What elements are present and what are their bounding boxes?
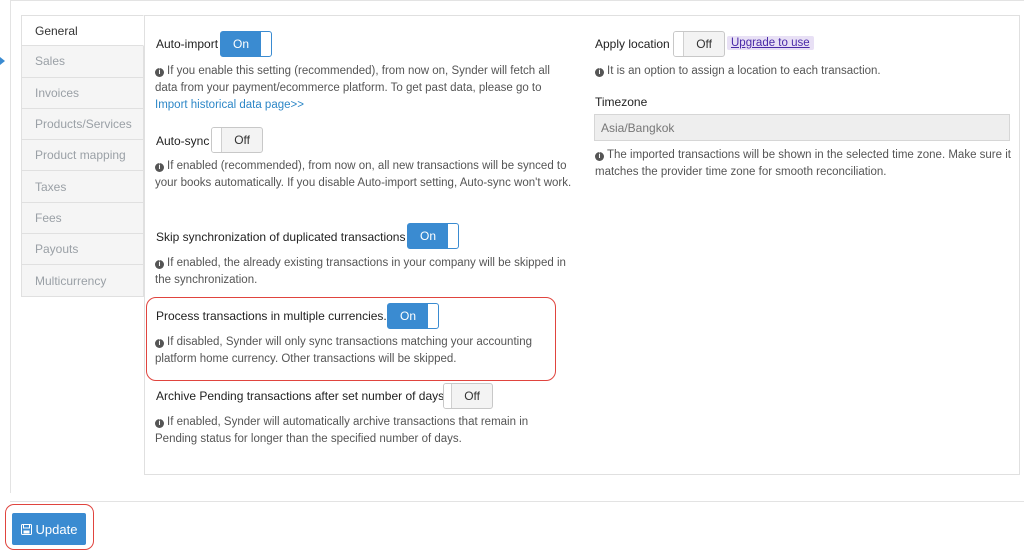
- skip-duplicates-state: On: [420, 229, 437, 243]
- info-icon: i: [595, 68, 604, 77]
- multi-currency-label: Process transactions in multiple currenc…: [156, 309, 387, 323]
- tab-sales[interactable]: Sales: [21, 46, 144, 78]
- panel-left-border: [10, 0, 11, 493]
- tab-products-services[interactable]: Products/Services: [21, 108, 144, 141]
- tab-payouts[interactable]: Payouts: [21, 234, 144, 266]
- archive-pending-toggle[interactable]: Off: [443, 383, 493, 409]
- toggle-knob: [261, 32, 271, 56]
- auto-sync-desc: i If enabled (recommended), from now on, …: [155, 160, 572, 189]
- tab-taxes[interactable]: Taxes: [21, 171, 144, 203]
- apply-location-label: Apply location: [595, 37, 670, 51]
- info-icon: i: [155, 260, 164, 269]
- info-icon: i: [155, 419, 164, 428]
- auto-import-label: Auto-import: [156, 37, 219, 51]
- auto-sync-label: Auto-sync: [156, 134, 210, 148]
- tab-product-mapping[interactable]: Product mapping: [21, 140, 144, 172]
- apply-location-desc: i It is an option to assign a location to…: [595, 63, 1015, 80]
- timezone-input[interactable]: Asia/Bangkok: [594, 114, 1010, 141]
- multi-currency-toggle[interactable]: On: [387, 303, 439, 329]
- tab-general[interactable]: General: [21, 15, 144, 47]
- skip-duplicates-label: Skip synchronization of duplicated trans…: [156, 230, 406, 244]
- apply-location-state: Off: [696, 37, 712, 51]
- tab-invoices[interactable]: Invoices: [21, 77, 144, 109]
- archive-pending-desc: i If enabled, Synder will automatically a…: [155, 416, 529, 445]
- settings-tabs: General Sales Invoices Products/Services…: [21, 15, 144, 297]
- update-label: Update: [35, 521, 78, 537]
- multi-currency-desc: i If disabled, Synder will only sync tran…: [155, 336, 532, 365]
- toggle-knob: [444, 384, 453, 408]
- multi-currency-state: On: [400, 309, 417, 323]
- timezone-label: Timezone: [595, 95, 648, 109]
- update-button[interactable]: Update: [12, 513, 86, 545]
- toggle-knob: [428, 304, 438, 328]
- edge-arrow-icon: [0, 57, 5, 65]
- archive-pending-state: Off: [464, 389, 480, 403]
- auto-sync-state: Off: [234, 133, 250, 147]
- import-historical-link[interactable]: Import historical data page>>: [155, 99, 304, 111]
- auto-sync-toggle[interactable]: Off: [211, 127, 263, 153]
- footer-divider: [10, 501, 1024, 502]
- auto-import-state: On: [233, 37, 250, 51]
- apply-location-toggle[interactable]: Off: [673, 31, 725, 57]
- info-icon: i: [155, 339, 164, 348]
- tab-multicurrency[interactable]: Multicurrency: [21, 265, 144, 297]
- upgrade-to-use-link[interactable]: Upgrade to use: [727, 36, 814, 50]
- toggle-knob: [448, 224, 458, 248]
- timezone-desc: i The imported transactions will be shown…: [595, 149, 1011, 178]
- info-icon: i: [155, 68, 164, 77]
- save-icon: [20, 523, 32, 535]
- auto-import-toggle[interactable]: On: [220, 31, 272, 57]
- toggle-knob: [674, 32, 685, 56]
- info-icon: i: [595, 152, 604, 161]
- toggle-knob: [212, 128, 223, 152]
- info-icon: i: [155, 163, 164, 172]
- archive-pending-label: Archive Pending transactions after set n…: [156, 389, 445, 403]
- skip-duplicates-desc: i If enabled, the already existing transa…: [155, 257, 566, 286]
- skip-duplicates-toggle[interactable]: On: [407, 223, 459, 249]
- panel-top-border: [10, 0, 1024, 1]
- tab-fees[interactable]: Fees: [21, 202, 144, 235]
- auto-import-desc: i If you enable this setting (recommended…: [155, 65, 550, 111]
